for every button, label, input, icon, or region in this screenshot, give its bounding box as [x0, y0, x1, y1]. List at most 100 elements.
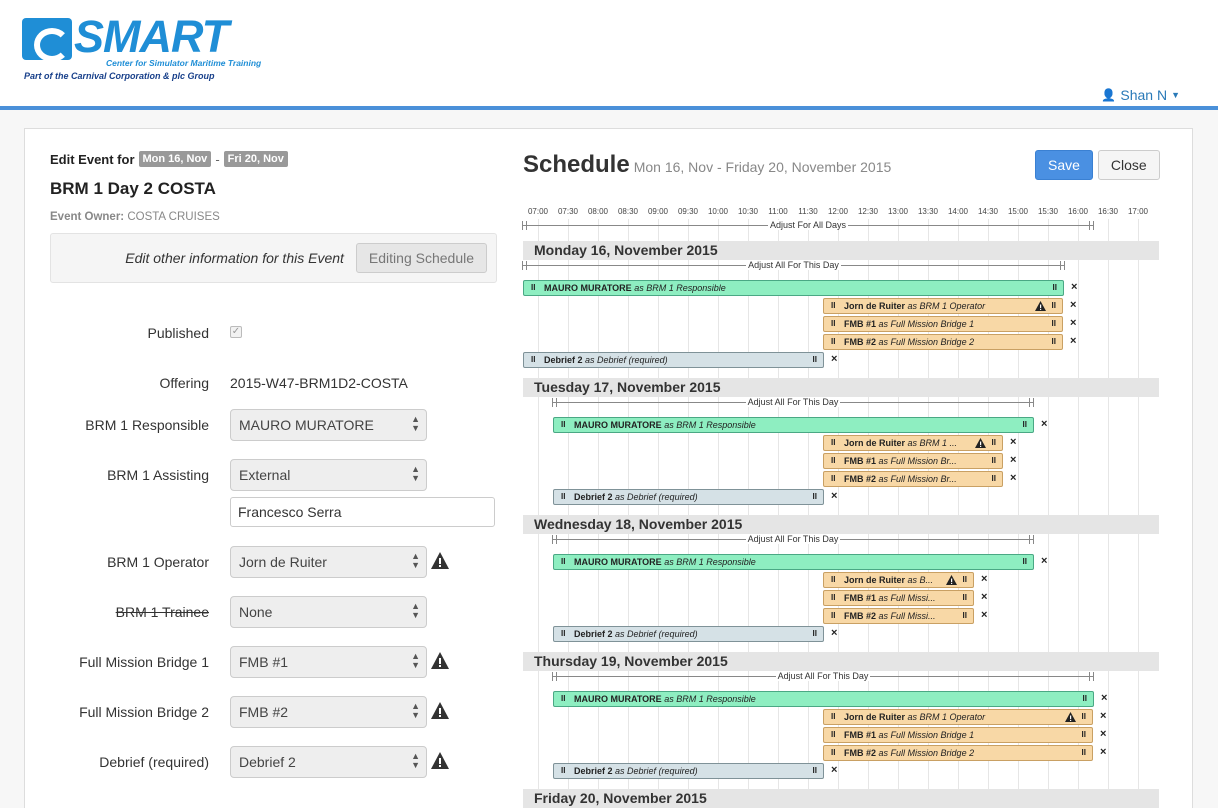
remove-icon[interactable]: × — [1041, 418, 1047, 430]
drag-handle-icon[interactable]: II — [561, 555, 565, 569]
schedule-bar[interactable]: II FMB #1 as Full Mission Bridge 1 II — [823, 316, 1063, 332]
resize-handle-icon[interactable]: II — [1049, 335, 1056, 349]
remove-icon[interactable]: × — [981, 609, 987, 621]
adjust-day-handle[interactable]: Adjust All For This Day — [552, 534, 1034, 549]
drag-handle-icon[interactable]: II — [831, 591, 835, 605]
assisting-select[interactable]: External ▲ ▼ — [230, 459, 427, 491]
resize-handle-icon[interactable]: II — [1020, 418, 1027, 432]
schedule-bar[interactable]: II FMB #1 as Full Missi... II — [823, 590, 974, 606]
drag-handle-icon[interactable]: II — [831, 710, 835, 724]
assisting-name-input[interactable]: Francesco Serra — [230, 497, 495, 527]
schedule-bar[interactable]: II FMB #2 as Full Missi... II — [823, 608, 974, 624]
drag-handle-icon[interactable]: II — [531, 353, 535, 367]
schedule-bar[interactable]: II MAURO MURATORE as BRM 1 Responsible II — [553, 417, 1034, 433]
resize-handle-icon[interactable]: II — [989, 472, 996, 486]
remove-icon[interactable]: × — [831, 353, 837, 365]
resize-handle-icon[interactable]: II — [989, 454, 996, 468]
drag-handle-icon[interactable]: II — [831, 746, 835, 760]
remove-icon[interactable]: × — [1070, 335, 1076, 347]
schedule-bar[interactable]: II FMB #2 as Full Mission Bridge 2 II — [823, 745, 1093, 761]
schedule-bar[interactable]: II MAURO MURATORE as BRM 1 Responsible II — [523, 280, 1064, 296]
resize-handle-icon[interactable]: II — [1079, 710, 1086, 724]
resize-handle-icon[interactable]: II — [810, 353, 817, 367]
remove-icon[interactable]: × — [1010, 472, 1016, 484]
schedule-bar[interactable]: II Jorn de Ruiter as BRM 1 ... II — [823, 435, 1003, 451]
drag-handle-icon[interactable]: II — [831, 454, 835, 468]
schedule-bar[interactable]: II Debrief 2 as Debrief (required) II — [523, 352, 824, 368]
drag-handle-icon[interactable]: II — [831, 472, 835, 486]
resize-handle-icon[interactable]: II — [989, 436, 996, 450]
fmb1-select[interactable]: FMB #1 ▲ ▼ — [230, 646, 427, 678]
remove-icon[interactable]: × — [1041, 555, 1047, 567]
drag-handle-icon[interactable]: II — [831, 335, 835, 349]
drag-handle-icon[interactable]: II — [831, 436, 835, 450]
resize-handle-icon[interactable]: II — [960, 609, 967, 623]
smart-logo[interactable]: SMART Center for Simulator Maritime Trai… — [22, 12, 282, 86]
warning-icon[interactable] — [431, 552, 449, 569]
resize-handle-icon[interactable]: II — [1020, 555, 1027, 569]
resize-handle-icon[interactable]: II — [1050, 281, 1057, 295]
remove-icon[interactable]: × — [1010, 454, 1016, 466]
drag-handle-icon[interactable]: II — [831, 317, 835, 331]
schedule-bar[interactable]: II FMB #1 as Full Mission Br... II — [823, 453, 1003, 469]
adjust-all-days-handle[interactable]: Adjust For All Days — [522, 220, 1094, 235]
adjust-day-handle[interactable]: Adjust All For This Day — [552, 671, 1094, 686]
remove-icon[interactable]: × — [831, 490, 837, 502]
adjust-day-handle[interactable]: Adjust All For This Day — [522, 260, 1065, 275]
warning-icon[interactable] — [431, 652, 449, 669]
remove-icon[interactable]: × — [981, 573, 987, 585]
editing-schedule-button[interactable]: Editing Schedule — [355, 243, 487, 273]
schedule-bar[interactable]: II MAURO MURATORE as BRM 1 Responsible II — [553, 691, 1094, 707]
schedule-bar[interactable]: II Jorn de Ruiter as B... II — [823, 572, 974, 588]
debrief-select[interactable]: Debrief 2 ▲ ▼ — [230, 746, 427, 778]
resize-handle-icon[interactable]: II — [810, 764, 817, 778]
drag-handle-icon[interactable]: II — [561, 692, 565, 706]
remove-icon[interactable]: × — [1070, 317, 1076, 329]
drag-handle-icon[interactable]: II — [561, 627, 565, 641]
drag-handle-icon[interactable]: II — [831, 573, 835, 587]
save-button[interactable]: Save — [1035, 150, 1093, 180]
resize-handle-icon[interactable]: II — [1079, 728, 1086, 742]
drag-handle-icon[interactable]: II — [831, 609, 835, 623]
remove-icon[interactable]: × — [1010, 436, 1016, 448]
resize-handle-icon[interactable]: II — [1049, 317, 1056, 331]
close-button[interactable]: Close — [1097, 150, 1160, 180]
trainee-select[interactable]: None ▲ ▼ — [230, 596, 427, 628]
remove-icon[interactable]: × — [1070, 299, 1076, 311]
drag-handle-icon[interactable]: II — [831, 728, 835, 742]
schedule-bar[interactable]: II FMB #2 as Full Mission Br... II — [823, 471, 1003, 487]
schedule-bar[interactable]: II Jorn de Ruiter as BRM 1 Operator II — [823, 709, 1093, 725]
schedule-bar[interactable]: II Debrief 2 as Debrief (required) II — [553, 763, 824, 779]
remove-icon[interactable]: × — [1100, 710, 1106, 722]
adjust-day-handle[interactable]: Adjust All For This Day — [552, 397, 1034, 412]
schedule-bar[interactable]: II Jorn de Ruiter as BRM 1 Operator II — [823, 298, 1063, 314]
schedule-bar[interactable]: II MAURO MURATORE as BRM 1 Responsible II — [553, 554, 1034, 570]
resize-handle-icon[interactable]: II — [810, 627, 817, 641]
resize-handle-icon[interactable]: II — [960, 573, 967, 587]
remove-icon[interactable]: × — [831, 627, 837, 639]
resize-handle-icon[interactable]: II — [1079, 746, 1086, 760]
resize-handle-icon[interactable]: II — [1080, 692, 1087, 706]
drag-handle-icon[interactable]: II — [561, 764, 565, 778]
schedule-bar[interactable]: II FMB #2 as Full Mission Bridge 2 II — [823, 334, 1063, 350]
schedule-bar[interactable]: II Debrief 2 as Debrief (required) II — [553, 626, 824, 642]
resize-handle-icon[interactable]: II — [810, 490, 817, 504]
remove-icon[interactable]: × — [981, 591, 987, 603]
published-checkbox[interactable]: ✓ — [230, 326, 242, 338]
schedule-bar[interactable]: II FMB #1 as Full Mission Bridge 1 II — [823, 727, 1093, 743]
drag-handle-icon[interactable]: II — [561, 418, 565, 432]
drag-handle-icon[interactable]: II — [531, 281, 535, 295]
remove-icon[interactable]: × — [1071, 281, 1077, 293]
remove-icon[interactable]: × — [1100, 746, 1106, 758]
responsible-select[interactable]: MAURO MURATORE ▲ ▼ — [230, 409, 427, 441]
remove-icon[interactable]: × — [1100, 728, 1106, 740]
warning-icon[interactable] — [431, 702, 449, 719]
resize-handle-icon[interactable]: II — [960, 591, 967, 605]
remove-icon[interactable]: × — [831, 764, 837, 776]
drag-handle-icon[interactable]: II — [831, 299, 835, 313]
remove-icon[interactable]: × — [1101, 692, 1107, 704]
warning-icon[interactable] — [431, 752, 449, 769]
resize-handle-icon[interactable]: II — [1049, 299, 1056, 313]
drag-handle-icon[interactable]: II — [561, 490, 565, 504]
fmb2-select[interactable]: FMB #2 ▲ ▼ — [230, 696, 427, 728]
